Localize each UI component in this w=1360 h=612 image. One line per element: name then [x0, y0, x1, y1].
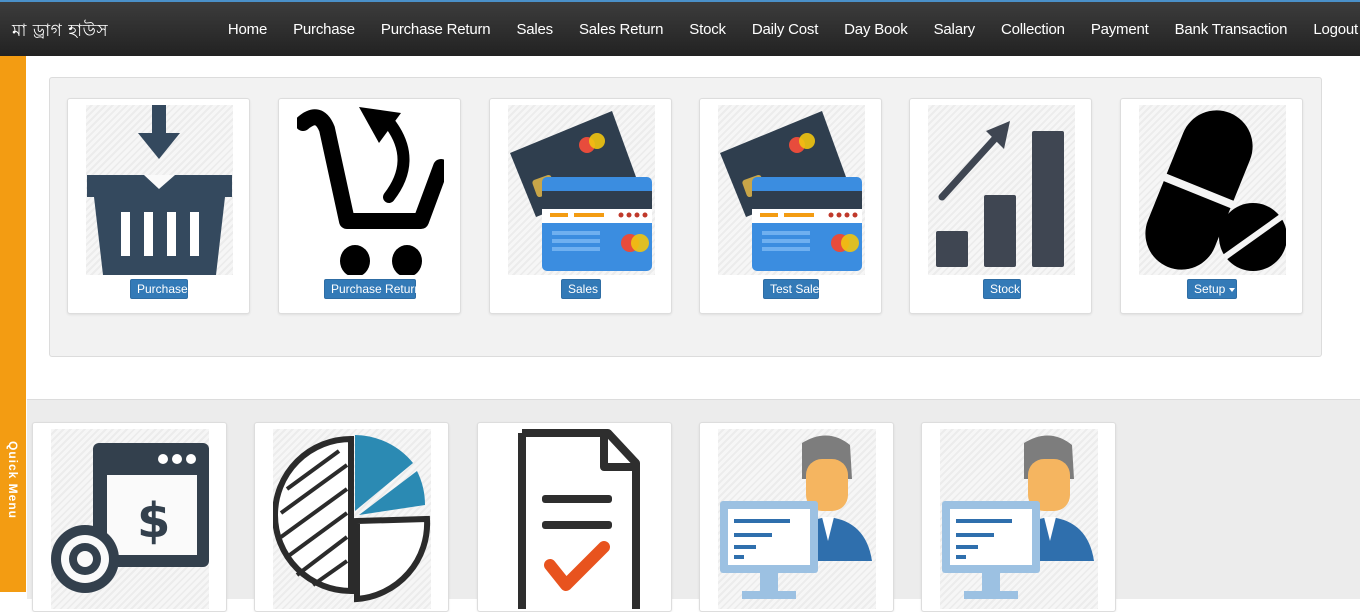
- sales-button[interactable]: Sales: [561, 279, 601, 299]
- nav-bank-transaction[interactable]: Bank Transaction: [1162, 21, 1301, 38]
- tile-setup[interactable]: Setup: [1120, 98, 1303, 314]
- nav-salary[interactable]: Salary: [921, 21, 988, 38]
- nav-logout[interactable]: Logout: [1300, 21, 1360, 38]
- tile-pie-chart[interactable]: [254, 422, 449, 612]
- test-sale-button[interactable]: Test Sale: [763, 279, 819, 299]
- tile-purchase[interactable]: Purchase: [67, 98, 250, 314]
- pill-capsule-icon[interactable]: [1139, 105, 1286, 275]
- nav-collection[interactable]: Collection: [988, 21, 1078, 38]
- setup-dropdown-button[interactable]: Setup: [1187, 279, 1237, 299]
- caret-down-icon: [1229, 287, 1236, 292]
- svg-text:$: $: [137, 493, 170, 549]
- setup-label: Setup: [1194, 282, 1226, 296]
- quick-menu-label: Quick Menu: [6, 440, 20, 520]
- main-nav: Home Purchase Purchase Return Sales Sale…: [215, 2, 1360, 56]
- nav-sales[interactable]: Sales: [503, 21, 566, 38]
- top-navbar: মা ড্রাগ হাউস Home Purchase Purchase Ret…: [0, 0, 1360, 56]
- tile-stock[interactable]: Stock: [909, 98, 1092, 314]
- tile-money-settings[interactable]: $: [32, 422, 227, 612]
- money-settings-icon[interactable]: $: [51, 429, 209, 609]
- nav-stock[interactable]: Stock: [676, 21, 739, 38]
- purchase-return-button[interactable]: Purchase Return: [324, 279, 421, 299]
- user-computer-icon[interactable]: [718, 429, 876, 609]
- user-computer-icon[interactable]: [940, 429, 1098, 609]
- nav-purchase-return[interactable]: Purchase Return: [368, 21, 504, 38]
- purchase-button[interactable]: Purchase: [130, 279, 188, 299]
- tile-document[interactable]: [477, 422, 672, 612]
- credit-cards-icon[interactable]: [718, 105, 865, 275]
- tile-test-sale[interactable]: Test Sale: [699, 98, 882, 314]
- pie-chart-icon[interactable]: [273, 429, 431, 609]
- tile-user-computer[interactable]: [699, 422, 894, 612]
- quick-menu-tab[interactable]: Quick Menu: [0, 56, 26, 592]
- tile-purchase-return[interactable]: Purchase Return: [278, 98, 461, 314]
- approved-document-icon[interactable]: [496, 429, 654, 609]
- tile-sales[interactable]: Sales: [489, 98, 672, 314]
- growth-chart-icon[interactable]: [928, 105, 1075, 275]
- nav-home[interactable]: Home: [215, 21, 280, 38]
- nav-payment[interactable]: Payment: [1078, 21, 1162, 38]
- nav-day-book[interactable]: Day Book: [831, 21, 920, 38]
- nav-sales-return[interactable]: Sales Return: [566, 21, 676, 38]
- cart-return-icon[interactable]: [297, 105, 444, 275]
- basket-download-icon[interactable]: [86, 105, 233, 275]
- tile-user-computer-2[interactable]: [921, 422, 1116, 612]
- credit-cards-icon[interactable]: [508, 105, 655, 275]
- nav-daily-cost[interactable]: Daily Cost: [739, 21, 831, 38]
- nav-purchase[interactable]: Purchase: [280, 21, 368, 38]
- brand-logo[interactable]: মা ড্রাগ হাউস: [12, 18, 108, 46]
- stock-button[interactable]: Stock: [983, 279, 1021, 299]
